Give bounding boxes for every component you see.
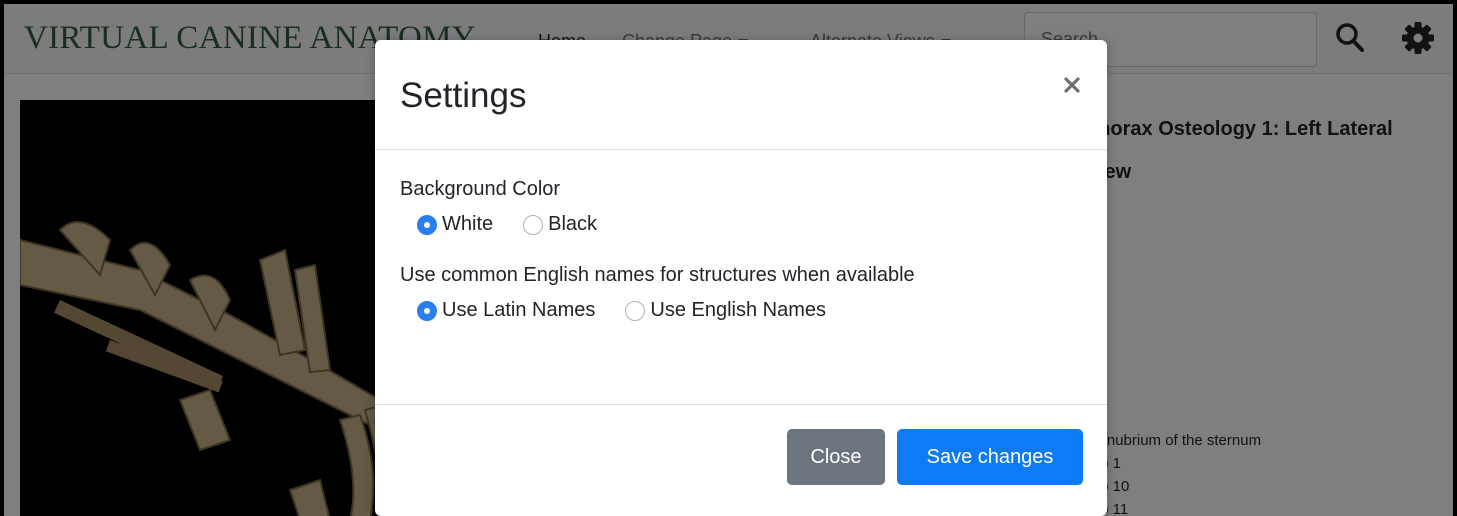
- close-icon: [1064, 77, 1080, 93]
- app-window: VIRTUAL CANINE ANATOMY Home Change Page …: [4, 4, 1453, 516]
- modal-header: Settings: [375, 40, 1107, 150]
- radio-checked-icon[interactable]: [417, 214, 437, 235]
- background-color-label: Background Color: [400, 178, 561, 200]
- close-button[interactable]: Close: [787, 429, 885, 485]
- radio-english-label: Use English Names: [650, 299, 827, 321]
- naming-options: Use Latin Names Use English Names: [417, 299, 1080, 322]
- modal-close-button[interactable]: [1057, 70, 1087, 100]
- radio-unchecked-icon[interactable]: [625, 300, 646, 321]
- settings-modal: Settings Background Color White Black Us…: [375, 40, 1107, 516]
- radio-black[interactable]: Black: [523, 213, 597, 236]
- radio-unchecked-icon[interactable]: [523, 214, 544, 235]
- radio-black-label: Black: [548, 213, 598, 235]
- radio-white[interactable]: White: [417, 213, 493, 236]
- radio-white-label: White: [442, 213, 494, 235]
- modal-footer: Close Save changes: [375, 404, 1107, 516]
- radio-english-names[interactable]: Use English Names: [625, 299, 826, 322]
- radio-latin-label: Use Latin Names: [442, 299, 596, 321]
- modal-title: Settings: [400, 76, 527, 115]
- save-changes-button[interactable]: Save changes: [897, 429, 1083, 485]
- naming-label: Use common English names for structures …: [400, 264, 915, 286]
- background-color-options: White Black: [417, 213, 1080, 236]
- radio-checked-icon[interactable]: [417, 300, 437, 321]
- radio-latin-names[interactable]: Use Latin Names: [417, 299, 595, 322]
- modal-body: Background Color White Black Use common …: [400, 178, 1080, 322]
